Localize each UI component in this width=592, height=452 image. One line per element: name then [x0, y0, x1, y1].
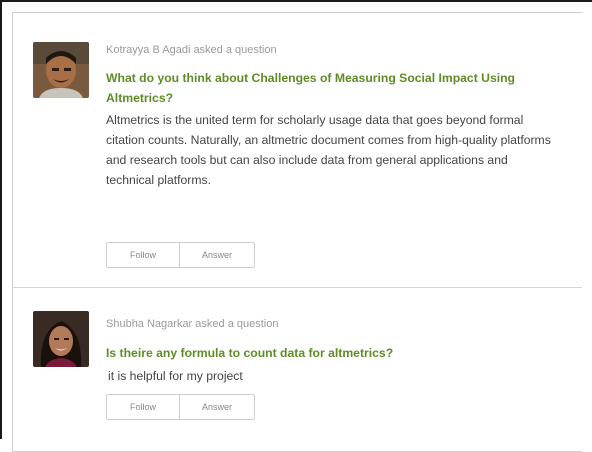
question-body: it is helpful for my project: [108, 369, 243, 383]
asker-line: Shubha Nagarkar asked a question: [106, 318, 279, 330]
question-actions: Follow Answer: [106, 394, 255, 420]
question-title-link[interactable]: Is theire any formula to count data for …: [106, 343, 566, 363]
answer-button[interactable]: Answer: [180, 395, 254, 419]
avatar-shubha[interactable]: [33, 311, 89, 367]
question-title-link[interactable]: What do you think about Challenges of Me…: [106, 68, 566, 108]
question-body: Altmetrics is the united term for schola…: [106, 113, 551, 187]
user-photo-man-icon: [33, 42, 89, 98]
item-divider: [12, 287, 582, 288]
follow-button[interactable]: Follow: [107, 243, 180, 267]
avatar-kotrayya[interactable]: [33, 42, 89, 98]
answer-button[interactable]: Answer: [180, 243, 254, 267]
asker-line: Kotrayya B Agadi asked a question: [106, 44, 277, 56]
user-photo-woman-icon: [33, 311, 89, 367]
follow-button[interactable]: Follow: [107, 395, 180, 419]
question-actions: Follow Answer: [106, 242, 255, 268]
